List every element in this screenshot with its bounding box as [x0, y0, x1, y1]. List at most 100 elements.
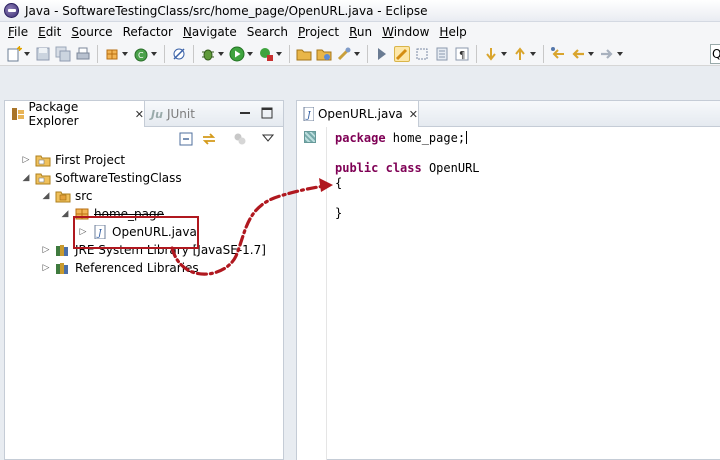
maximize-icon[interactable] [261, 107, 273, 119]
toolbar-separator [289, 44, 290, 63]
tab-junit[interactable]: Ju JUnit [151, 101, 195, 127]
print-icon[interactable] [75, 46, 91, 62]
class-dropdown-icon[interactable] [151, 51, 157, 56]
menu-mnemonic: W [382, 25, 394, 39]
new-icon[interactable] [6, 45, 22, 62]
tab-label: Package Explorer [28, 100, 79, 128]
svg-text:C: C [138, 51, 144, 60]
tree-item-referenced-libraries[interactable]: ▷ Referenced Libraries [41, 259, 199, 277]
menu-mnemonic: E [38, 25, 46, 39]
run-dropdown-icon[interactable] [247, 51, 253, 56]
forward-dropdown-icon[interactable] [617, 51, 623, 56]
toggle-mark-occurrences-icon[interactable] [394, 45, 410, 62]
debug-dropdown-icon[interactable] [218, 51, 224, 56]
menu-search[interactable]: Search [242, 25, 293, 39]
run-icon[interactable] [229, 46, 245, 62]
focus-on-task-icon [233, 132, 247, 149]
project-folder-icon [35, 171, 51, 185]
search-icon[interactable] [336, 46, 352, 62]
source-folder-icon [55, 189, 71, 203]
menu-label-rest: un [356, 25, 373, 39]
tab-package-explorer[interactable]: Package Explorer ✕ [5, 100, 145, 128]
junit-icon: Ju [151, 107, 163, 121]
menu-label-rest: Search [246, 25, 288, 39]
forward-icon[interactable] [599, 46, 615, 62]
close-icon[interactable]: ✕ [409, 108, 418, 121]
menu-file[interactable]: File [3, 25, 33, 39]
code-area[interactable]: package home_page; public class OpenURL … [335, 131, 480, 221]
menu-mnemonic: R [349, 25, 357, 39]
previous-annotation-icon[interactable] [512, 46, 528, 62]
editor-panel: J OpenURL.java ✕ package home_page; publ… [296, 100, 720, 460]
save-all-icon[interactable] [55, 46, 71, 62]
menu-help[interactable]: Help [434, 25, 471, 39]
package-dropdown-icon[interactable] [122, 51, 128, 56]
code-text: home_page; [385, 131, 466, 145]
menu-label-rest: Refactor [122, 25, 173, 39]
quick-access-input[interactable]: Q [710, 44, 720, 64]
back-dropdown-icon[interactable] [588, 51, 594, 56]
new-dropdown-icon[interactable] [24, 51, 30, 56]
tree-item-first-project[interactable]: ▷ First Project [21, 151, 126, 169]
collapse-icon[interactable]: ◢ [60, 209, 70, 219]
open-task-icon[interactable] [316, 46, 332, 62]
new-class-icon[interactable]: C [133, 46, 149, 62]
menu-refactor[interactable]: Refactor [118, 25, 178, 39]
tree-item-label: Referenced Libraries [75, 261, 199, 275]
previous-annotation-dropdown-icon[interactable] [530, 51, 536, 56]
menu-label-rest: roject [305, 25, 340, 39]
next-annotation-icon[interactable] [483, 46, 499, 62]
tab-label: OpenURL.java [317, 107, 403, 121]
tree-item-src[interactable]: ◢ src [41, 187, 93, 205]
tree-item-label: First Project [55, 153, 126, 167]
editor-ruler [297, 127, 327, 460]
menu-navigate[interactable]: Navigate [178, 25, 242, 39]
tab-label: JUnit [166, 107, 195, 121]
skip-breakpoints-icon[interactable] [171, 46, 187, 62]
minimize-icon[interactable] [239, 107, 251, 119]
toolbar-separator [476, 44, 477, 63]
menu-source[interactable]: Source [66, 25, 117, 39]
tree-item-software-testing-class[interactable]: ◢ SoftwareTestingClass [21, 169, 182, 187]
toggle-breadcrumb-icon[interactable] [374, 46, 390, 62]
menu-run[interactable]: Run [344, 25, 377, 39]
annotation-highlight-box [73, 216, 199, 249]
code-text: } [335, 206, 343, 220]
new-java-package-icon[interactable] [104, 46, 120, 62]
package-explorer-toolbar [5, 127, 283, 149]
show-whitespace-icon[interactable] [434, 46, 450, 62]
external-tools-dropdown-icon[interactable] [276, 51, 282, 56]
external-tools-icon[interactable] [258, 46, 274, 62]
back-icon[interactable] [570, 46, 586, 62]
menu-project[interactable]: Project [293, 25, 344, 39]
collapse-icon[interactable]: ◢ [41, 191, 51, 201]
view-menu-icon[interactable] [261, 132, 275, 146]
menu-label-rest: ile [14, 25, 29, 39]
link-with-editor-icon[interactable] [201, 132, 217, 149]
close-icon[interactable]: ✕ [135, 108, 144, 121]
tab-openurl-java[interactable]: J OpenURL.java ✕ [297, 101, 419, 127]
last-edit-location-icon[interactable] [550, 46, 566, 62]
toggle-block-selection-icon[interactable] [414, 46, 430, 62]
toolbar-separator [97, 44, 98, 63]
pilcrow-icon[interactable]: ¶ [454, 46, 470, 62]
expand-icon[interactable]: ▷ [21, 155, 31, 165]
menu-edit[interactable]: Edit [33, 25, 66, 39]
next-annotation-dropdown-icon[interactable] [501, 51, 507, 56]
editor-tab-bar: J OpenURL.java ✕ [297, 101, 720, 127]
debug-icon[interactable] [200, 46, 216, 62]
collapse-icon[interactable]: ◢ [21, 173, 31, 183]
menu-window[interactable]: Window [377, 25, 434, 39]
project-folder-icon [35, 153, 51, 167]
menu-label-rest: dit [45, 25, 62, 39]
save-icon[interactable] [35, 46, 51, 62]
code-line: package home_page; [335, 131, 480, 146]
open-type-icon[interactable] [296, 46, 312, 62]
keyword: public [335, 161, 379, 175]
search-dropdown-icon[interactable] [354, 51, 360, 56]
expand-icon[interactable]: ▷ [41, 263, 51, 273]
expand-icon[interactable]: ▷ [41, 245, 51, 255]
collapse-all-icon[interactable] [179, 132, 193, 149]
